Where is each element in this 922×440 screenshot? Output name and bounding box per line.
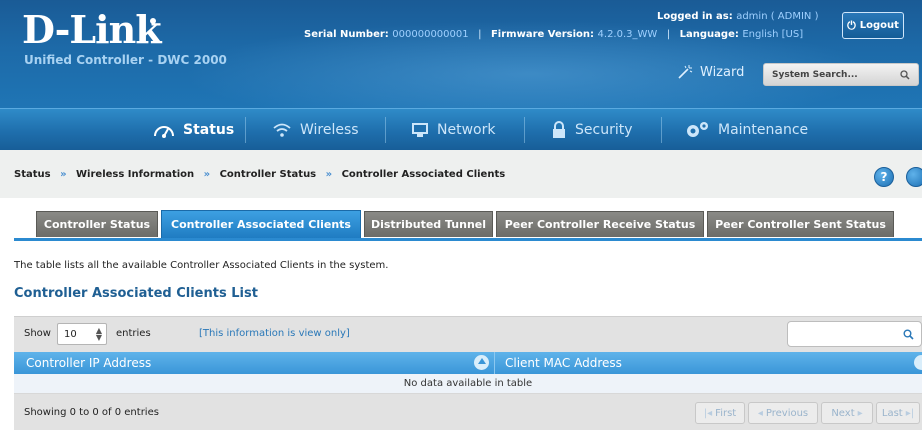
next-page-button[interactable]: Next ▸	[821, 402, 873, 424]
system-search-placeholder: System Search...	[772, 69, 858, 80]
system-search-input[interactable]: System Search...	[763, 63, 919, 86]
sort-ascending-icon[interactable]	[474, 355, 489, 370]
wand-icon	[678, 65, 693, 79]
logout-button[interactable]: ⏻ Logout	[842, 12, 904, 39]
monitor-icon	[412, 122, 428, 137]
breadcrumb: Status » Wireless Information » Controll…	[14, 169, 505, 180]
language-value[interactable]: English [US]	[742, 29, 803, 40]
column-header-client-mac[interactable]: Client MAC Address	[505, 356, 622, 370]
logout-label: Logout	[859, 20, 899, 31]
nav-label: Maintenance	[718, 121, 809, 138]
table-search-input[interactable]	[787, 321, 922, 347]
sort-icon[interactable]	[914, 355, 922, 370]
tab-controller-status[interactable]: Controller Status	[36, 211, 158, 237]
nav-item-status[interactable]: Status	[153, 109, 234, 150]
breadcrumb-item[interactable]: Status	[14, 169, 51, 180]
entries-label: entries	[116, 328, 151, 339]
page-description: The table lists all the available Contro…	[14, 260, 389, 271]
breadcrumb-separator: »	[60, 169, 67, 180]
search-icon	[903, 329, 914, 340]
logged-in-info: Logged in as: admin ( ADMIN )	[657, 11, 818, 22]
last-page-button[interactable]: Last ▸|	[876, 402, 920, 424]
breadcrumb-item[interactable]: Controller Status	[220, 169, 317, 180]
serial-label: Serial Number:	[304, 29, 389, 40]
first-page-icon: |◂	[703, 407, 713, 419]
view-only-note: [This information is view only]	[199, 328, 350, 339]
tab-peer-controller-sent-status[interactable]: Peer Controller Sent Status	[707, 211, 894, 237]
column-header-controller-ip[interactable]: Controller IP Address	[26, 356, 151, 370]
table-controls: Show 10 ▲ ▼ entries [This information is …	[14, 316, 922, 352]
tab-underline	[14, 238, 922, 241]
next-label: Next	[831, 407, 855, 419]
gauge-icon	[154, 125, 174, 138]
logged-label: Logged in as:	[657, 11, 733, 22]
show-label: Show	[24, 328, 51, 339]
last-label: Last	[881, 407, 903, 419]
nav-divider	[524, 117, 525, 143]
previous-page-button[interactable]: ◂ Previous	[748, 402, 818, 424]
nav-label: Network	[437, 121, 496, 138]
nav-label: Security	[575, 121, 633, 138]
wifi-icon	[273, 123, 291, 137]
column-divider	[494, 352, 495, 374]
help-button[interactable]: ?	[874, 167, 894, 187]
tab-peer-controller-receive-status[interactable]: Peer Controller Receive Status	[496, 211, 704, 237]
refresh-button[interactable]	[906, 167, 922, 187]
entries-value: 10	[64, 328, 77, 340]
nav-item-network[interactable]: Network	[411, 109, 495, 150]
next-page-icon: ▸	[857, 407, 863, 419]
logo-dot	[150, 18, 156, 24]
serial-value: 000000000001	[392, 29, 469, 40]
empty-table-message: No data available in table	[14, 374, 922, 394]
nav-divider	[385, 117, 386, 143]
device-info: Serial Number: 000000000001 | Firmware V…	[304, 29, 803, 40]
list-title: Controller Associated Clients List	[14, 286, 258, 301]
first-page-button[interactable]: |◂ First	[695, 402, 745, 424]
tab-controller-associated-clients[interactable]: Controller Associated Clients	[161, 210, 361, 238]
nav-item-security[interactable]: Security	[551, 109, 633, 150]
last-page-icon: ▸|	[905, 407, 915, 419]
tab-distributed-tunnel[interactable]: Distributed Tunnel	[364, 211, 493, 237]
wizard-label: Wizard	[700, 64, 745, 80]
showing-entries-text: Showing 0 to 0 of 0 entries	[24, 407, 159, 418]
language-label: Language:	[679, 29, 739, 40]
breadcrumb-item[interactable]: Wireless Information	[76, 169, 194, 180]
entries-select[interactable]: 10 ▲ ▼	[57, 323, 107, 345]
nav-label: Status	[183, 121, 235, 138]
table-header: Controller IP Address Client MAC Address	[14, 352, 922, 374]
help-icon: ?	[880, 170, 888, 184]
breadcrumb-separator: »	[325, 169, 333, 180]
power-icon: ⏻	[847, 18, 856, 32]
nav-label: Wireless	[300, 121, 359, 138]
nav-divider	[245, 117, 246, 143]
firmware-value: 4.2.0.3_WW	[597, 29, 658, 40]
nav-item-maintenance[interactable]: Maintenance	[684, 109, 808, 150]
lock-icon	[553, 120, 565, 138]
firmware-label: Firmware Version:	[490, 29, 595, 40]
search-icon	[900, 69, 910, 80]
dlink-logo: D-Link	[22, 7, 162, 52]
logged-user: admin ( ADMIN )	[736, 11, 819, 22]
breadcrumb-separator: »	[203, 169, 211, 180]
breadcrumb-bar: Status » Wireless Information » Controll…	[0, 150, 922, 198]
wizard-link[interactable]: Wizard	[676, 64, 744, 80]
previous-page-icon: ◂	[757, 407, 763, 419]
nav-divider	[661, 117, 662, 143]
breadcrumb-item-current: Controller Associated Clients	[341, 169, 506, 180]
main-nav: Status Wireless Network Security Mainten…	[0, 108, 922, 150]
divider: |	[666, 29, 671, 40]
app-header: D-Link Unified Controller - DWC 2000 Ser…	[0, 0, 922, 108]
table-footer: Showing 0 to 0 of 0 entries |◂ First ◂ P…	[14, 394, 922, 430]
product-line: Unified Controller - DWC 2000	[24, 53, 227, 67]
gears-icon	[687, 121, 708, 137]
spinner-icon: ▲ ▼	[95, 326, 102, 342]
first-label: First	[715, 407, 737, 419]
divider: |	[478, 29, 482, 40]
previous-label: Previous	[765, 407, 809, 419]
nav-item-wireless[interactable]: Wireless	[272, 109, 359, 150]
